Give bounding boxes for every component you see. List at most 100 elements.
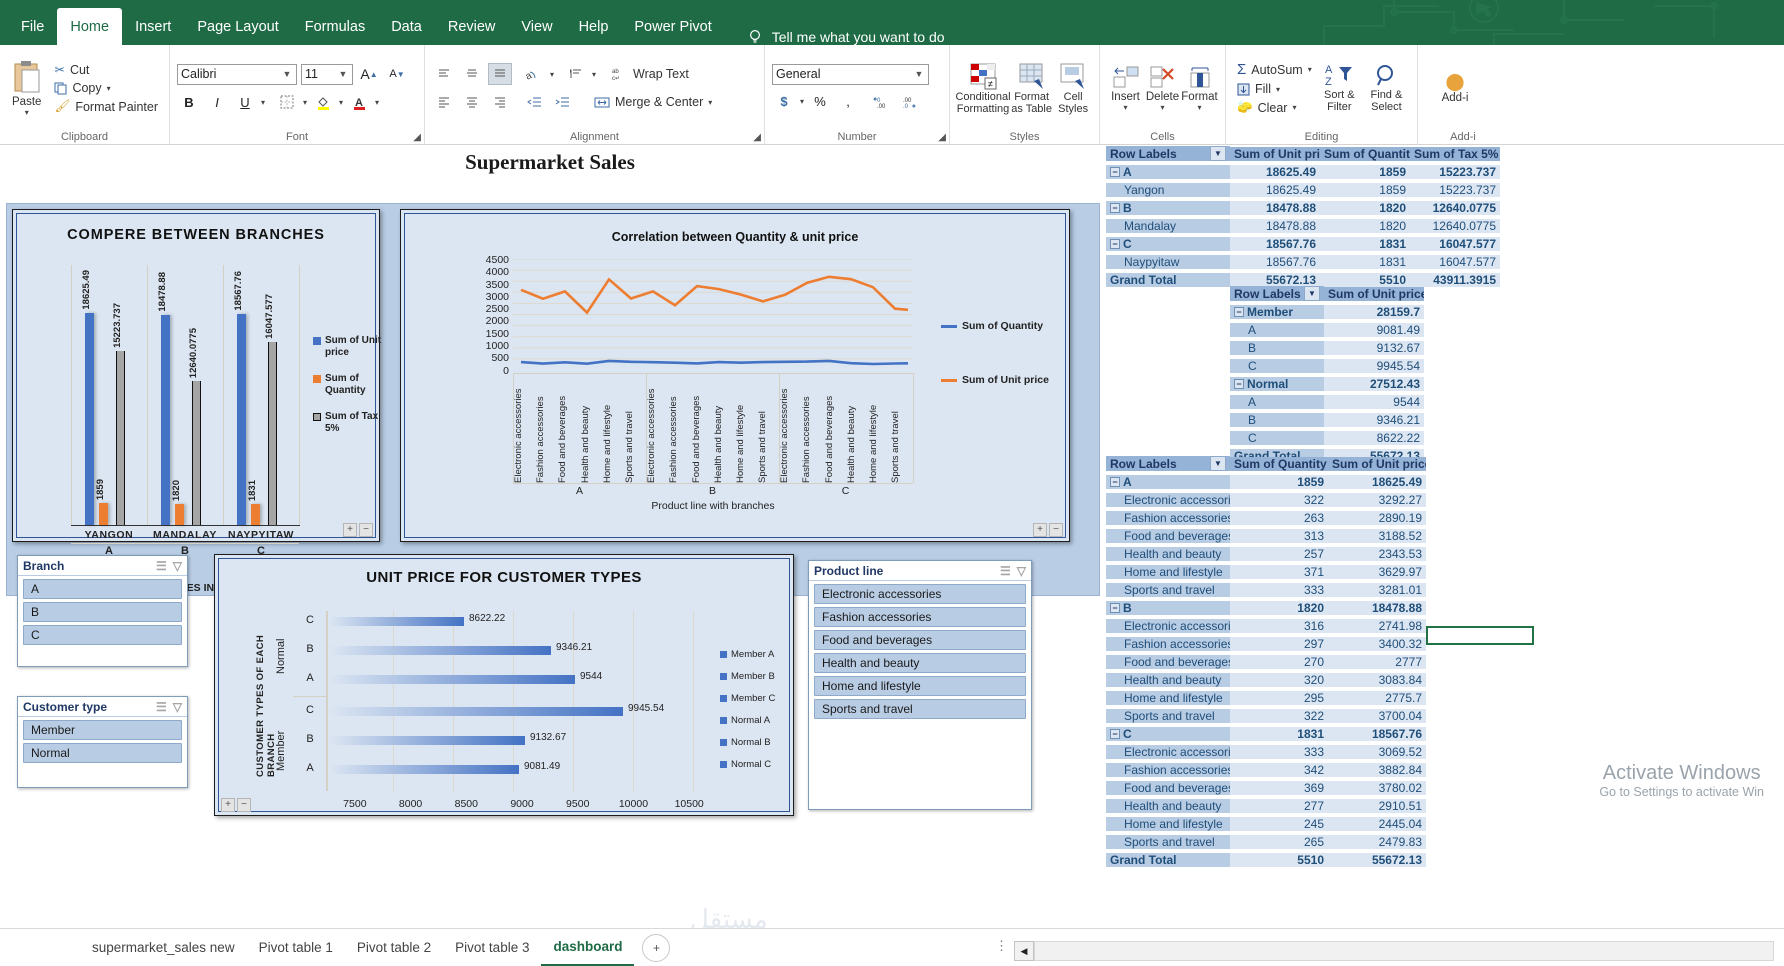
format-cells-button[interactable]: Format ▾ (1181, 48, 1218, 128)
pivot-value-cell[interactable]: 1859 (1320, 183, 1410, 197)
text-direction-button[interactable] (564, 63, 588, 85)
pivot-value-cell[interactable]: 2343.53 (1328, 547, 1426, 561)
chart2-legend-item-1[interactable]: Sum of Unit price (941, 374, 1049, 386)
font-name-chevron-down-icon[interactable]: ▼ (281, 69, 293, 79)
chart3-zoom-out-button[interactable]: − (237, 798, 251, 812)
multi-select-icon[interactable]: ☰ (156, 700, 167, 714)
table-row[interactable]: Fashion accessories 297 3400.32 (1106, 635, 1426, 653)
font-dialog-launcher[interactable]: ◢ (413, 132, 421, 143)
pivot-row-label[interactable]: − Normal (1230, 377, 1324, 391)
pivot-value-cell[interactable]: 3629.97 (1328, 565, 1426, 579)
sheet-tab-pivot-table-3[interactable]: Pivot table 3 (443, 929, 541, 966)
ribbon-tab-home[interactable]: Home (57, 8, 123, 45)
table-row[interactable]: Sports and travel 333 3281.01 (1106, 581, 1426, 599)
cut-button[interactable]: ✂ Cut (50, 60, 162, 79)
slicer-customer-type-item-normal[interactable]: Normal (23, 743, 182, 763)
pivot-row-label[interactable]: Grand Total (1106, 273, 1230, 287)
pivot-value-cell[interactable]: 55672.13 (1328, 853, 1426, 867)
table-row[interactable]: Yangon 18625.49 1859 15223.737 (1106, 181, 1566, 199)
pivot-row-label[interactable]: A (1230, 323, 1324, 337)
pivot-value-cell[interactable]: 369 (1230, 781, 1328, 795)
decrease-decimal-button[interactable]: .00.0 (897, 91, 921, 113)
pivot-value-cell[interactable]: 270 (1230, 655, 1328, 669)
table-row[interactable]: Fashion accessories 342 3882.84 (1106, 761, 1426, 779)
number-format-chevron-down-icon[interactable]: ▼ (913, 69, 925, 79)
clear-button[interactable]: 🧽 Clear ▾ (1233, 98, 1316, 117)
copy-chevron-down-icon[interactable]: ▾ (107, 84, 111, 93)
format-painter-button[interactable]: 🖌 Format Painter (50, 97, 162, 116)
chart3-legend-item-2[interactable]: Member C (720, 693, 775, 704)
decrease-font-size-button[interactable]: A ▼ (385, 63, 409, 85)
pivot-value-cell[interactable]: 9346.21 (1324, 413, 1424, 427)
pivot-value-cell[interactable]: 8622.22 (1324, 431, 1424, 445)
chart1-zoom-in-button[interactable]: + (343, 523, 357, 537)
align-right-button[interactable] (488, 91, 512, 113)
pivot-value-cell[interactable]: 18567.76 (1328, 727, 1426, 741)
chart2-zoom-in-button[interactable]: + (1033, 523, 1047, 537)
insert-chevron-down-icon[interactable]: ▾ (1123, 103, 1127, 112)
collapse-minus-icon[interactable]: − (1234, 379, 1244, 389)
table-row[interactable]: − Member 28159.7 (1230, 303, 1430, 321)
pivot-row-label[interactable]: Food and beverages (1106, 781, 1230, 795)
table-row[interactable]: Fashion accessories 263 2890.19 (1106, 509, 1426, 527)
pivot-row-label[interactable]: Electronic accessorie (1106, 619, 1230, 633)
paste-chevron-down-icon[interactable]: ▾ (25, 108, 29, 117)
pivot-table-product-line[interactable]: Row Labels ▼ Sum of Quantity Sum of Unit… (1106, 455, 1426, 869)
pivot-value-cell[interactable]: 9081.49 (1324, 323, 1424, 337)
font-name-select[interactable]: Calibri ▼ (177, 63, 297, 85)
find-select-button[interactable]: Find & Select (1363, 48, 1410, 128)
pivot-value-cell[interactable]: 2775.7 (1328, 691, 1426, 705)
pivot-value-cell[interactable]: 18625.49 (1230, 165, 1320, 179)
collapse-minus-icon[interactable]: − (1110, 239, 1120, 249)
pivot-value-cell[interactable]: 12640.0775 (1410, 201, 1500, 215)
pivot-value-cell[interactable]: 16047.577 (1410, 255, 1500, 269)
table-row[interactable]: Home and lifestyle 245 2445.04 (1106, 815, 1426, 833)
table-row[interactable]: Mandalay 18478.88 1820 12640.0775 (1106, 217, 1566, 235)
slicer-product-line-item-1[interactable]: Fashion accessories (814, 607, 1026, 627)
pivot-value-cell[interactable]: 18625.49 (1230, 183, 1320, 197)
fill-color-button[interactable] (311, 91, 335, 113)
tab-overflow-dots[interactable]: ⋮ (995, 938, 1010, 954)
pivot-value-cell[interactable]: 3292.27 (1328, 493, 1426, 507)
fill-chevron-down-icon[interactable]: ▾ (1276, 85, 1280, 94)
chart1-legend-item-2[interactable]: Sum of Tax 5% (313, 411, 383, 435)
pivot-value-cell[interactable]: 263 (1230, 511, 1328, 525)
pivot2-header-row-labels[interactable]: Row Labels ▼ (1230, 286, 1324, 302)
table-row[interactable]: C 9945.54 (1230, 357, 1430, 375)
tell-me-search[interactable]: Tell me what you want to do (747, 29, 945, 45)
pivot-value-cell[interactable]: 5510 (1230, 853, 1328, 867)
table-row[interactable]: Electronic accessorie 316 2741.98 (1106, 617, 1426, 635)
sheet-tab-dashboard[interactable]: dashboard (541, 929, 635, 966)
slicer-customer-type[interactable]: Customer type ☰ ▽ Member Normal (17, 696, 188, 788)
slicer-branch-item-c[interactable]: C (23, 625, 182, 645)
clear-filter-icon[interactable]: ▽ (173, 559, 182, 573)
comma-format-button[interactable]: , (836, 91, 860, 113)
pivot-row-label[interactable]: Sports and travel (1106, 709, 1230, 723)
percent-format-button[interactable]: % (808, 91, 832, 113)
sheet-tab-supermarket-sales-new[interactable]: supermarket_sales new (80, 929, 247, 966)
increase-font-size-button[interactable]: A ▲ (357, 63, 381, 85)
underline-chevron-down-icon[interactable]: ▾ (261, 98, 265, 107)
pivot-value-cell[interactable]: 16047.577 (1410, 237, 1500, 251)
pivot1-header-unit-price[interactable]: Sum of Unit pric (1230, 146, 1320, 162)
pivot-value-cell[interactable]: 2445.04 (1328, 817, 1426, 831)
fill-button[interactable]: Fill ▾ (1233, 80, 1316, 98)
pivot-row-label[interactable]: Health and beauty (1106, 673, 1230, 687)
slicer-product-line-item-3[interactable]: Health and beauty (814, 653, 1026, 673)
pivot-row-label[interactable]: Naypyitaw (1106, 255, 1230, 269)
pivot-value-cell[interactable]: 3083.84 (1328, 673, 1426, 687)
align-bottom-button[interactable] (488, 63, 512, 85)
table-row[interactable]: Health and beauty 320 3083.84 (1106, 671, 1426, 689)
pivot-value-cell[interactable]: 9945.54 (1324, 359, 1424, 373)
table-row[interactable]: Home and lifestyle 371 3629.97 (1106, 563, 1426, 581)
table-row[interactable]: Electronic accessorie 322 3292.27 (1106, 491, 1426, 509)
pivot-value-cell[interactable]: 18478.88 (1328, 601, 1426, 615)
cell-styles-button[interactable]: Cell Styles (1054, 48, 1092, 128)
table-row[interactable]: − C 1831 18567.76 (1106, 725, 1426, 743)
ribbon-tab-view[interactable]: View (508, 8, 565, 45)
table-row[interactable]: B 9132.67 (1230, 339, 1430, 357)
chart3-zoom-in-button[interactable]: + (221, 798, 235, 812)
pivot-value-cell[interactable]: 322 (1230, 709, 1328, 723)
pivot-value-cell[interactable]: 2479.83 (1328, 835, 1426, 849)
pivot-value-cell[interactable]: 3188.52 (1328, 529, 1426, 543)
